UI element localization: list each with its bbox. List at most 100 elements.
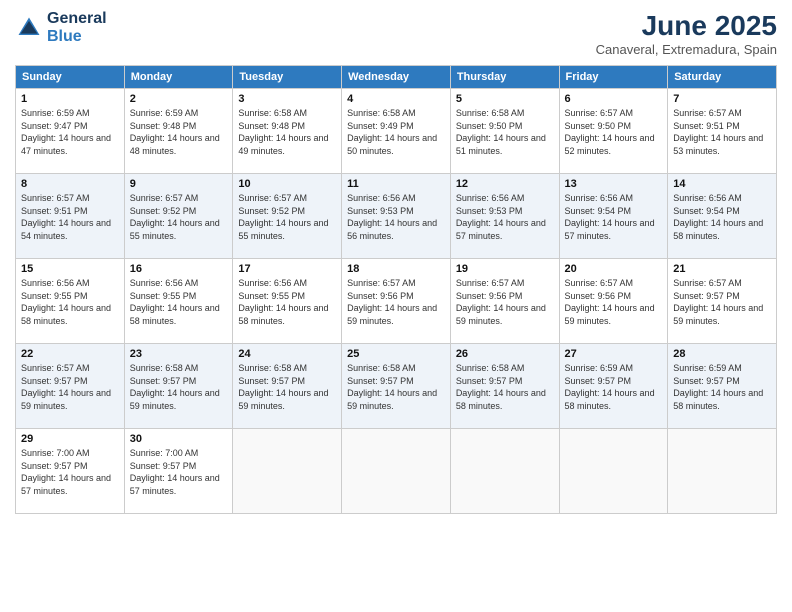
day-number: 17 xyxy=(238,263,336,275)
day-number: 10 xyxy=(238,178,336,190)
day-info: Sunrise: 6:58 AM Sunset: 9:57 PM Dayligh… xyxy=(347,362,445,412)
day-number: 5 xyxy=(456,93,554,105)
week-row-1: 1 Sunrise: 6:59 AM Sunset: 9:47 PM Dayli… xyxy=(16,89,777,174)
col-header-sunday: Sunday xyxy=(16,66,125,89)
day-cell: 1 Sunrise: 6:59 AM Sunset: 9:47 PM Dayli… xyxy=(16,89,125,174)
day-info: Sunrise: 6:57 AM Sunset: 9:50 PM Dayligh… xyxy=(565,107,663,157)
logo-text: General Blue xyxy=(47,10,107,46)
day-number: 24 xyxy=(238,348,336,360)
day-cell: 11 Sunrise: 6:56 AM Sunset: 9:53 PM Dayl… xyxy=(342,174,451,259)
day-number: 19 xyxy=(456,263,554,275)
day-info: Sunrise: 6:56 AM Sunset: 9:54 PM Dayligh… xyxy=(673,192,771,242)
day-info: Sunrise: 6:56 AM Sunset: 9:53 PM Dayligh… xyxy=(347,192,445,242)
day-info: Sunrise: 6:59 AM Sunset: 9:57 PM Dayligh… xyxy=(673,362,771,412)
day-info: Sunrise: 6:56 AM Sunset: 9:55 PM Dayligh… xyxy=(21,277,119,327)
day-number: 15 xyxy=(21,263,119,275)
day-cell: 4 Sunrise: 6:58 AM Sunset: 9:49 PM Dayli… xyxy=(342,89,451,174)
day-number: 1 xyxy=(21,93,119,105)
day-info: Sunrise: 6:57 AM Sunset: 9:52 PM Dayligh… xyxy=(238,192,336,242)
day-info: Sunrise: 7:00 AM Sunset: 9:57 PM Dayligh… xyxy=(130,447,228,497)
day-number: 2 xyxy=(130,93,228,105)
header-row: SundayMondayTuesdayWednesdayThursdayFrid… xyxy=(16,66,777,89)
day-info: Sunrise: 6:58 AM Sunset: 9:57 PM Dayligh… xyxy=(238,362,336,412)
day-info: Sunrise: 6:57 AM Sunset: 9:57 PM Dayligh… xyxy=(21,362,119,412)
col-header-saturday: Saturday xyxy=(668,66,777,89)
day-number: 16 xyxy=(130,263,228,275)
day-info: Sunrise: 6:57 AM Sunset: 9:51 PM Dayligh… xyxy=(673,107,771,157)
week-row-4: 22 Sunrise: 6:57 AM Sunset: 9:57 PM Dayl… xyxy=(16,344,777,429)
day-info: Sunrise: 6:57 AM Sunset: 9:57 PM Dayligh… xyxy=(673,277,771,327)
day-number: 27 xyxy=(565,348,663,360)
week-row-2: 8 Sunrise: 6:57 AM Sunset: 9:51 PM Dayli… xyxy=(16,174,777,259)
day-cell: 25 Sunrise: 6:58 AM Sunset: 9:57 PM Dayl… xyxy=(342,344,451,429)
day-cell: 28 Sunrise: 6:59 AM Sunset: 9:57 PM Dayl… xyxy=(668,344,777,429)
day-number: 25 xyxy=(347,348,445,360)
day-cell xyxy=(559,429,668,514)
col-header-friday: Friday xyxy=(559,66,668,89)
day-number: 21 xyxy=(673,263,771,275)
day-number: 4 xyxy=(347,93,445,105)
day-info: Sunrise: 7:00 AM Sunset: 9:57 PM Dayligh… xyxy=(21,447,119,497)
day-cell: 17 Sunrise: 6:56 AM Sunset: 9:55 PM Dayl… xyxy=(233,259,342,344)
day-cell: 5 Sunrise: 6:58 AM Sunset: 9:50 PM Dayli… xyxy=(450,89,559,174)
day-cell: 15 Sunrise: 6:56 AM Sunset: 9:55 PM Dayl… xyxy=(16,259,125,344)
page: General Blue June 2025 Canaveral, Extrem… xyxy=(0,0,792,612)
day-cell: 16 Sunrise: 6:56 AM Sunset: 9:55 PM Dayl… xyxy=(124,259,233,344)
day-cell: 3 Sunrise: 6:58 AM Sunset: 9:48 PM Dayli… xyxy=(233,89,342,174)
title-block: June 2025 Canaveral, Extremadura, Spain xyxy=(596,10,777,57)
day-number: 18 xyxy=(347,263,445,275)
day-number: 7 xyxy=(673,93,771,105)
col-header-tuesday: Tuesday xyxy=(233,66,342,89)
day-info: Sunrise: 6:57 AM Sunset: 9:51 PM Dayligh… xyxy=(21,192,119,242)
day-cell: 9 Sunrise: 6:57 AM Sunset: 9:52 PM Dayli… xyxy=(124,174,233,259)
day-number: 23 xyxy=(130,348,228,360)
day-cell: 13 Sunrise: 6:56 AM Sunset: 9:54 PM Dayl… xyxy=(559,174,668,259)
col-header-wednesday: Wednesday xyxy=(342,66,451,89)
day-number: 28 xyxy=(673,348,771,360)
day-number: 13 xyxy=(565,178,663,190)
day-info: Sunrise: 6:58 AM Sunset: 9:49 PM Dayligh… xyxy=(347,107,445,157)
day-info: Sunrise: 6:59 AM Sunset: 9:47 PM Dayligh… xyxy=(21,107,119,157)
day-cell xyxy=(342,429,451,514)
day-cell: 20 Sunrise: 6:57 AM Sunset: 9:56 PM Dayl… xyxy=(559,259,668,344)
day-number: 14 xyxy=(673,178,771,190)
day-cell: 29 Sunrise: 7:00 AM Sunset: 9:57 PM Dayl… xyxy=(16,429,125,514)
calendar: SundayMondayTuesdayWednesdayThursdayFrid… xyxy=(15,65,777,514)
day-info: Sunrise: 6:57 AM Sunset: 9:56 PM Dayligh… xyxy=(347,277,445,327)
day-cell: 22 Sunrise: 6:57 AM Sunset: 9:57 PM Dayl… xyxy=(16,344,125,429)
day-number: 11 xyxy=(347,178,445,190)
week-row-3: 15 Sunrise: 6:56 AM Sunset: 9:55 PM Dayl… xyxy=(16,259,777,344)
day-number: 8 xyxy=(21,178,119,190)
day-info: Sunrise: 6:57 AM Sunset: 9:56 PM Dayligh… xyxy=(456,277,554,327)
day-number: 20 xyxy=(565,263,663,275)
location: Canaveral, Extremadura, Spain xyxy=(596,42,777,57)
day-info: Sunrise: 6:57 AM Sunset: 9:56 PM Dayligh… xyxy=(565,277,663,327)
day-number: 30 xyxy=(130,433,228,445)
day-number: 12 xyxy=(456,178,554,190)
week-row-5: 29 Sunrise: 7:00 AM Sunset: 9:57 PM Dayl… xyxy=(16,429,777,514)
day-cell: 21 Sunrise: 6:57 AM Sunset: 9:57 PM Dayl… xyxy=(668,259,777,344)
col-header-thursday: Thursday xyxy=(450,66,559,89)
day-info: Sunrise: 6:56 AM Sunset: 9:54 PM Dayligh… xyxy=(565,192,663,242)
day-cell: 19 Sunrise: 6:57 AM Sunset: 9:56 PM Dayl… xyxy=(450,259,559,344)
day-number: 6 xyxy=(565,93,663,105)
day-cell: 7 Sunrise: 6:57 AM Sunset: 9:51 PM Dayli… xyxy=(668,89,777,174)
day-cell: 26 Sunrise: 6:58 AM Sunset: 9:57 PM Dayl… xyxy=(450,344,559,429)
logo-icon xyxy=(15,14,43,42)
day-cell: 12 Sunrise: 6:56 AM Sunset: 9:53 PM Dayl… xyxy=(450,174,559,259)
day-info: Sunrise: 6:56 AM Sunset: 9:55 PM Dayligh… xyxy=(238,277,336,327)
logo: General Blue xyxy=(15,10,107,46)
day-cell: 10 Sunrise: 6:57 AM Sunset: 9:52 PM Dayl… xyxy=(233,174,342,259)
day-number: 22 xyxy=(21,348,119,360)
day-info: Sunrise: 6:56 AM Sunset: 9:53 PM Dayligh… xyxy=(456,192,554,242)
day-cell xyxy=(450,429,559,514)
col-header-monday: Monday xyxy=(124,66,233,89)
day-info: Sunrise: 6:57 AM Sunset: 9:52 PM Dayligh… xyxy=(130,192,228,242)
day-cell: 2 Sunrise: 6:59 AM Sunset: 9:48 PM Dayli… xyxy=(124,89,233,174)
header: General Blue June 2025 Canaveral, Extrem… xyxy=(15,10,777,57)
day-info: Sunrise: 6:58 AM Sunset: 9:57 PM Dayligh… xyxy=(130,362,228,412)
day-info: Sunrise: 6:58 AM Sunset: 9:57 PM Dayligh… xyxy=(456,362,554,412)
day-info: Sunrise: 6:59 AM Sunset: 9:48 PM Dayligh… xyxy=(130,107,228,157)
day-cell: 18 Sunrise: 6:57 AM Sunset: 9:56 PM Dayl… xyxy=(342,259,451,344)
day-cell: 27 Sunrise: 6:59 AM Sunset: 9:57 PM Dayl… xyxy=(559,344,668,429)
